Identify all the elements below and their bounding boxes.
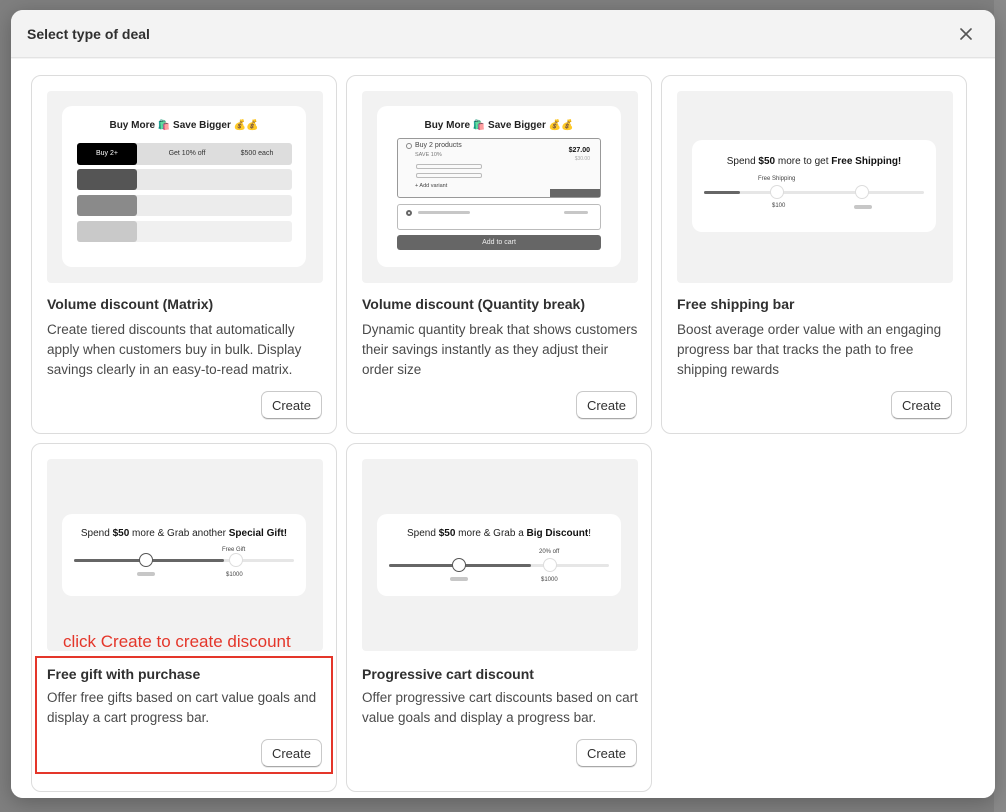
create-button-free-gift[interactable]: Create	[260, 739, 322, 767]
add-to-cart-button-preview: Add to cart	[397, 235, 601, 250]
matrix-row-2	[77, 169, 292, 190]
milestone-label: 20% off	[539, 549, 560, 555]
page-backdrop	[994, 0, 1006, 812]
option-save: SAVE 10%	[415, 152, 442, 158]
preview-panel: Spend $50 more & Grab a Big Discount! 20…	[377, 514, 621, 596]
milestone-value: $1000	[541, 577, 558, 583]
create-button-progressive-discount[interactable]: Create	[575, 739, 637, 767]
truck-icon	[139, 553, 153, 567]
modal-title: Select type of deal	[27, 26, 150, 42]
preview-panel: Spend $50 more to get Free Shipping! Fre…	[692, 140, 936, 232]
truck-icon	[452, 558, 466, 572]
preview-panel: Buy More 🛍️ Save Bigger 💰💰 Buy 2+ Get 10…	[62, 106, 306, 267]
preview-panel: Spend $50 more & Grab another Special Gi…	[62, 514, 306, 596]
discount-icon	[543, 558, 557, 572]
matrix-row-4	[77, 221, 292, 242]
preview-free-shipping: Spend $50 more to get Free Shipping! Fre…	[677, 91, 953, 283]
create-button-volume-matrix[interactable]: Create	[260, 391, 322, 419]
matrix-cell-discount: Get 10% off	[168, 150, 206, 157]
option-old-price: $30.00	[574, 156, 590, 162]
variant-select-1	[416, 164, 482, 169]
radio-icon	[406, 143, 412, 149]
matrix-row-3	[77, 195, 292, 216]
variant-select-2	[416, 173, 482, 178]
card-description: Offer progressive cart discounts based o…	[362, 690, 638, 725]
deal-card-quantity-break: Buy More 🛍️ Save Bigger 💰💰 Buy 2 product…	[346, 75, 652, 434]
gift-icon	[855, 185, 869, 199]
preview-heading: Spend $50 more & Grab a Big Discount!	[407, 528, 591, 539]
create-button-quantity-break[interactable]: Create	[575, 391, 637, 419]
modal-body: Buy More 🛍️ Save Bigger 💰💰 Buy 2+ Get 10…	[11, 59, 995, 798]
card-title: Progressive cart discount	[362, 666, 534, 682]
gift-icon	[229, 553, 243, 567]
option-label: Buy 2 products	[415, 142, 462, 149]
preview-panel: Buy More 🛍️ Save Bigger 💰💰 Buy 2 product…	[377, 106, 621, 267]
milestone-value: $100	[772, 203, 786, 209]
card-description: Dynamic quantity break that shows custom…	[362, 322, 638, 377]
progress-fill	[704, 191, 740, 194]
preview-quantity-break: Buy More 🛍️ Save Bigger 💰💰 Buy 2 product…	[362, 91, 638, 283]
matrix-cell-price: $500 each	[240, 150, 274, 157]
truck-icon	[770, 185, 784, 199]
preview-progressive-discount: Spend $50 more & Grab a Big Discount! 20…	[362, 459, 638, 651]
add-variant-link: + Add variant	[415, 183, 448, 189]
card-title: Volume discount (Quantity break)	[362, 296, 585, 312]
annotation-text: click Create to create discount	[63, 632, 291, 651]
preview-volume-matrix: Buy More 🛍️ Save Bigger 💰💰 Buy 2+ Get 10…	[47, 91, 323, 283]
radio-icon	[406, 210, 412, 216]
matrix-row-1: Buy 2+ Get 10% off $500 each	[77, 143, 292, 165]
deal-card-progressive-discount: Spend $50 more & Grab a Big Discount! 20…	[346, 443, 652, 792]
matrix-cell-qty: Buy 2+	[77, 143, 137, 165]
preview-heading: Spend $50 more & Grab another Special Gi…	[80, 528, 288, 539]
preview-heading: Buy More 🛍️ Save Bigger 💰💰	[424, 120, 574, 131]
option-price: $27.00	[568, 147, 590, 154]
card-title: Free gift with purchase	[47, 666, 201, 682]
card-description: Create tiered discounts that automatical…	[47, 322, 302, 377]
select-deal-modal: Select type of deal Buy More 🛍️ Save Big…	[11, 10, 995, 798]
preview-heading: Spend $50 more to get Free Shipping!	[726, 156, 902, 167]
milestone-label: Free Gift	[222, 547, 246, 553]
deal-card-free-gift: Spend $50 more & Grab another Special Gi…	[31, 443, 337, 792]
close-icon	[960, 28, 972, 40]
preview-heading: Buy More 🛍️ Save Bigger 💰💰	[109, 120, 259, 131]
card-title: Free shipping bar	[677, 296, 795, 312]
card-description: Offer free gifts based on cart value goa…	[47, 690, 317, 725]
close-button[interactable]	[955, 23, 977, 45]
milestone-value: $1000	[226, 572, 243, 578]
modal-header: Select type of deal	[11, 10, 995, 58]
deal-card-free-shipping: Spend $50 more to get Free Shipping! Fre…	[661, 75, 967, 434]
quantity-option-2	[397, 204, 601, 230]
card-description: Boost average order value with an engagi…	[677, 322, 942, 377]
deal-card-volume-matrix: Buy More 🛍️ Save Bigger 💰💰 Buy 2+ Get 10…	[31, 75, 337, 434]
create-button-free-shipping[interactable]: Create	[890, 391, 952, 419]
preview-free-gift: Spend $50 more & Grab another Special Gi…	[47, 459, 323, 651]
card-title: Volume discount (Matrix)	[47, 296, 214, 312]
milestone-label: Free Shipping	[758, 176, 796, 182]
quantity-option-selected: Buy 2 products SAVE 10% $27.00 $30.00 + …	[397, 138, 601, 198]
